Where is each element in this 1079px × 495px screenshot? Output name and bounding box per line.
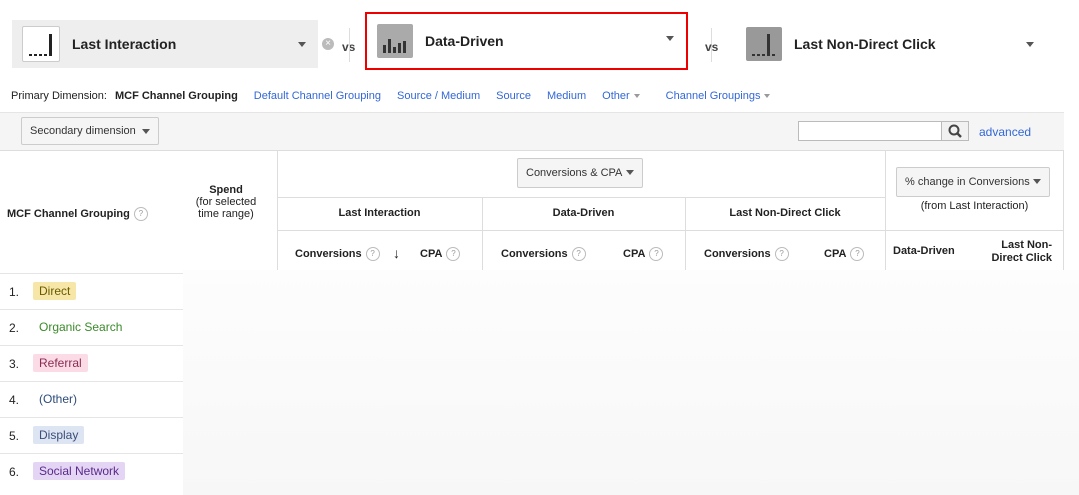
dimension-dropdown-other[interactable]: Other: [602, 90, 640, 102]
column-header-spend: Spend (for selected time range): [185, 184, 267, 220]
row-number: 3.: [9, 357, 20, 371]
row-number: 1.: [9, 285, 20, 299]
column-header-label: CPA: [623, 247, 646, 260]
search-input[interactable]: [798, 121, 942, 141]
metric-group-label: Conversions & CPA: [526, 167, 623, 179]
help-icon[interactable]: ?: [649, 247, 664, 261]
help-icon[interactable]: ?: [133, 207, 148, 221]
channel-label[interactable]: Referral: [33, 354, 88, 372]
divider: [277, 230, 1064, 231]
vs-label: vs: [705, 40, 719, 54]
search-button[interactable]: [941, 121, 969, 141]
column-header-label: MCF Channel Grouping: [7, 207, 130, 220]
column-header-label: CPA: [824, 247, 847, 260]
dimension-link-source-medium[interactable]: Source / Medium: [397, 90, 480, 102]
column-header-conversions[interactable]: Conversions?: [295, 247, 380, 261]
table-row: 1. Direct: [0, 273, 183, 310]
secondary-dimension-button[interactable]: Secondary dimension: [21, 117, 159, 145]
primary-dimension-label: Primary Dimension:: [11, 90, 107, 102]
row-number: 2.: [9, 321, 20, 335]
model-select-last-interaction[interactable]: Last Interaction: [12, 20, 318, 68]
dimension-selected: MCF Channel Grouping: [114, 90, 238, 102]
column-header-cpa[interactable]: CPA?: [420, 247, 461, 261]
model-bars-icon: [377, 24, 413, 58]
channel-label[interactable]: Display: [33, 426, 85, 444]
model-name: Last Interaction: [72, 36, 177, 52]
dimension-channel-groupings-label: Channel Groupings: [665, 90, 761, 102]
sort-arrow-icon[interactable]: ↓: [393, 245, 400, 261]
column-header-label: Conversions: [704, 247, 771, 260]
model-bars-icon: [746, 27, 782, 61]
row-number: 5.: [9, 429, 20, 443]
model-bars-icon: [22, 26, 60, 62]
dimension-other-label: Other: [602, 90, 630, 102]
column-header-change-data-driven[interactable]: Data-Driven: [893, 245, 955, 257]
channel-label[interactable]: Organic Search: [33, 318, 129, 336]
secondary-dimension-label: Secondary dimension: [30, 125, 136, 137]
channel-label[interactable]: Direct: [33, 282, 77, 300]
change-sublabel: (from Last Interaction): [920, 200, 1029, 212]
help-icon[interactable]: ?: [774, 247, 789, 261]
column-header-change-last-non-direct-click[interactable]: Last Non- Direct Click: [980, 239, 1052, 265]
column-header-label: Direct Click: [991, 252, 1052, 264]
help-icon[interactable]: ?: [446, 247, 461, 261]
chevron-down-icon: [666, 36, 674, 41]
column-header-conversions[interactable]: Conversions?: [704, 247, 789, 261]
table-row: 3. Referral: [0, 345, 183, 382]
dimension-link-default-channel-grouping[interactable]: Default Channel Grouping: [254, 90, 381, 102]
chevron-down-icon: [764, 94, 771, 99]
chevron-down-icon: [626, 170, 634, 175]
change-metric-select[interactable]: % change in Conversions: [896, 167, 1050, 197]
spend-sublabel: (for selected: [195, 196, 257, 208]
metric-group-select[interactable]: Conversions & CPA: [517, 158, 643, 188]
group-header-last-interaction: Last Interaction: [338, 207, 421, 219]
divider: [0, 150, 1064, 151]
dimension-link-medium[interactable]: Medium: [547, 90, 586, 102]
table-row: 2. Organic Search: [0, 309, 183, 346]
clear-icon[interactable]: ×: [322, 38, 334, 50]
channel-label[interactable]: Social Network: [33, 462, 126, 480]
divider: [277, 197, 885, 198]
help-icon[interactable]: ?: [571, 247, 586, 261]
column-header-dimension[interactable]: MCF Channel Grouping?: [7, 207, 148, 221]
model-name: Last Non-Direct Click: [794, 36, 936, 52]
help-icon[interactable]: ?: [365, 247, 380, 261]
help-icon[interactable]: ?: [850, 247, 865, 261]
chevron-down-icon: [1026, 42, 1034, 47]
group-header-last-non-direct-click: Last Non-Direct Click: [729, 207, 841, 219]
primary-dimension-bar: Primary Dimension: MCF Channel Grouping …: [11, 90, 786, 102]
table-row: 4. (Other): [0, 381, 183, 418]
model-select-data-driven[interactable]: Data-Driven: [365, 12, 688, 70]
dimension-link-source[interactable]: Source: [496, 90, 531, 102]
column-header-cpa[interactable]: CPA?: [623, 247, 664, 261]
model-select-last-non-direct-click[interactable]: Last Non-Direct Click: [740, 20, 1040, 68]
column-header-label: Conversions: [295, 247, 362, 260]
blurred-data-area: [183, 270, 1079, 495]
column-header-label: CPA: [420, 247, 443, 260]
divider: [349, 28, 350, 62]
column-header-label: Conversions: [501, 247, 568, 260]
spend-label: Spend: [209, 184, 243, 196]
chevron-down-icon: [633, 94, 640, 99]
column-header-label: Last Non-: [1001, 239, 1052, 251]
spend-sublabel: time range): [198, 208, 254, 220]
dimension-dropdown-channel-groupings[interactable]: Channel Groupings: [666, 90, 771, 102]
search-icon: [948, 124, 962, 138]
chevron-down-icon: [142, 129, 150, 134]
channel-label[interactable]: (Other): [33, 390, 84, 408]
model-name: Data-Driven: [425, 33, 504, 49]
chevron-down-icon: [1033, 179, 1041, 184]
column-header-conversions[interactable]: Conversions?: [501, 247, 586, 261]
row-number: 4.: [9, 393, 20, 407]
divider: [1063, 150, 1064, 270]
row-number: 6.: [9, 465, 20, 479]
table-row: 6. Social Network: [0, 453, 183, 490]
advanced-link[interactable]: advanced: [979, 125, 1031, 139]
column-header-cpa[interactable]: CPA?: [824, 247, 865, 261]
group-header-data-driven: Data-Driven: [552, 207, 615, 219]
chevron-down-icon: [298, 42, 306, 47]
table-row: 5. Display: [0, 417, 183, 454]
change-metric-label: % change in Conversions: [905, 176, 1030, 188]
